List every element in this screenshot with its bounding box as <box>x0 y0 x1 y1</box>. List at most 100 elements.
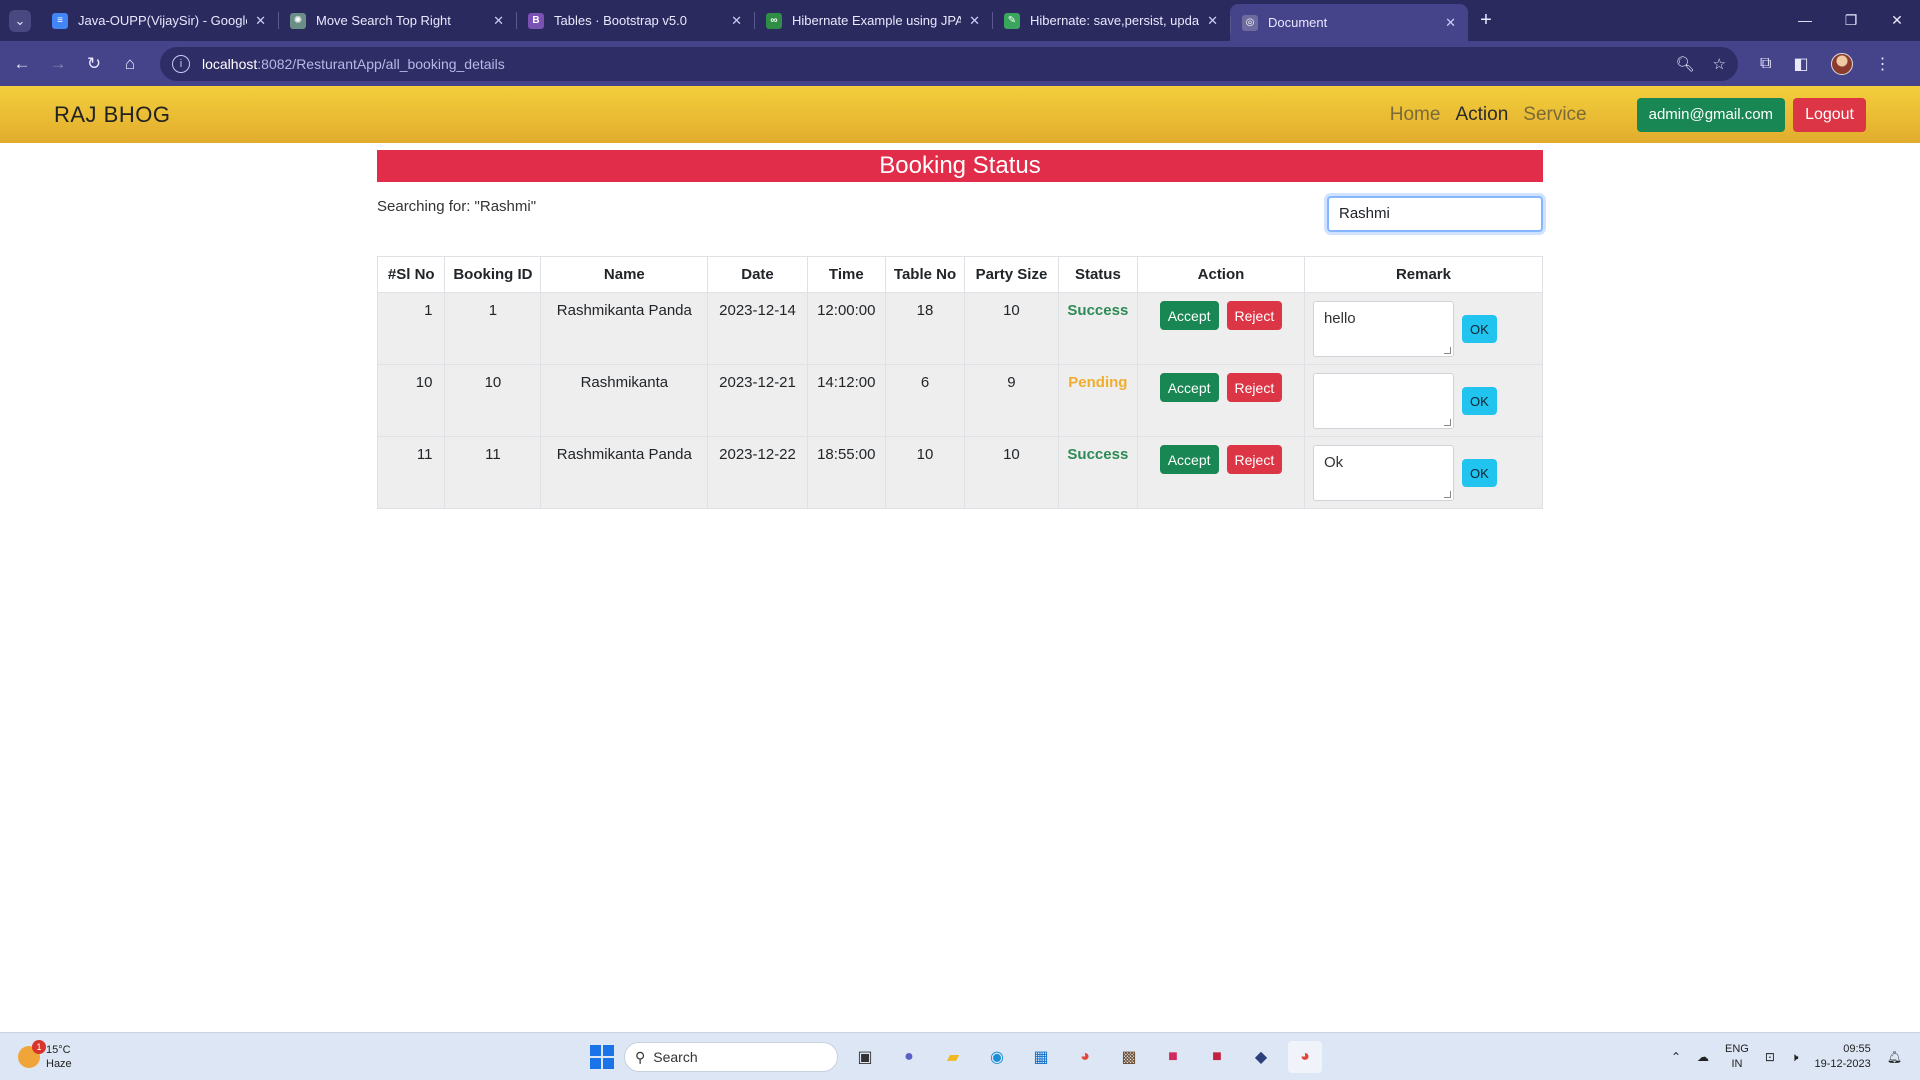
mysql-icon[interactable]: ◆ <box>1244 1041 1278 1073</box>
browser-tab[interactable]: ✎ Hibernate: save,persist, update, ✕ <box>992 0 1230 41</box>
search-icon: ⚲ <box>635 1048 646 1065</box>
nav-link-home[interactable]: Home <box>1390 104 1441 126</box>
accept-button[interactable]: Accept <box>1159 373 1219 402</box>
restore-icon[interactable]: ❐ <box>1828 12 1874 29</box>
reload-icon[interactable]: ↻ <box>76 54 112 74</box>
cell-name: Rashmikanta Panda <box>540 436 709 509</box>
table-row: 11 11 Rashmikanta Panda 2023-12-22 18:55:00 1… <box>376 436 1544 509</box>
remark-textarea[interactable]: Ok <box>1312 445 1454 501</box>
weather-widget[interactable]: 1 15°C Haze <box>18 1039 72 1071</box>
jetbrains-icon[interactable]: ■ <box>1200 1041 1234 1073</box>
cell-remark: hello OK <box>1303 292 1544 365</box>
address-bar[interactable]: i localhost:8082/ResturantApp/all_bookin… <box>160 46 1738 81</box>
minimize-icon[interactable]: — <box>1782 12 1828 29</box>
cell-time: 12:00:00 <box>806 292 886 365</box>
window-controls: — ❐ ✕ <box>1782 12 1920 29</box>
edge-icon[interactable]: ◉ <box>980 1041 1014 1073</box>
cell-sl-no: 1 <box>376 292 446 365</box>
remark-textarea[interactable]: hello <box>1312 301 1454 357</box>
taskbar-apps: ⚲ Search ▣ ● ▰ ◉ ▦ ◕ ▩ ■ ■ ◆ ◕ <box>590 1041 1322 1073</box>
clock[interactable]: 09:55 19-12-2023 <box>1814 1042 1870 1072</box>
user-email-button[interactable]: admin@gmail.com <box>1636 97 1786 132</box>
globe-icon: ◎ <box>1242 14 1258 31</box>
remark-textarea[interactable] <box>1312 373 1454 429</box>
teams-icon[interactable]: ● <box>892 1041 926 1073</box>
chevron-down-icon: ⌄ <box>9 9 31 32</box>
table-row: 1 1 Rashmikanta Panda 2023-12-14 12:00:00 18 1… <box>376 292 1544 365</box>
close-window-icon[interactable]: ✕ <box>1874 12 1920 29</box>
search-input[interactable]: Rashmi <box>1327 196 1543 232</box>
cell-name: Rashmikanta Panda <box>540 292 709 365</box>
column-header: Table No <box>884 256 966 293</box>
weather-desc: Haze <box>46 1057 72 1070</box>
more-menu-icon[interactable]: ⋮ <box>1875 54 1891 74</box>
app-icon[interactable]: ▩ <box>1112 1041 1146 1073</box>
gfg-icon: ∞ <box>766 12 782 29</box>
close-tab-icon[interactable]: ✕ <box>255 13 266 29</box>
ok-button[interactable]: OK <box>1461 315 1497 343</box>
extensions-icon[interactable]: ⧉ <box>1760 55 1771 73</box>
taskbar-search-label: Search <box>653 1049 698 1065</box>
cell-status: Success <box>1057 292 1139 365</box>
close-tab-icon[interactable]: ✕ <box>1207 13 1218 29</box>
browser-tab[interactable]: ✺ Move Search Top Right ✕ <box>278 0 516 41</box>
clock-time: 09:55 <box>1843 1043 1871 1055</box>
side-panel-icon[interactable]: ◧ <box>1793 54 1808 74</box>
tab-search-button[interactable]: ⌄ <box>0 0 40 41</box>
chrome-icon[interactable]: ◕ <box>1068 1041 1102 1073</box>
cell-party-size: 9 <box>964 364 1059 437</box>
ok-button[interactable]: OK <box>1461 387 1497 415</box>
browser-toolbar: ← → ↻ ⌂ i localhost:8082/ResturantApp/al… <box>0 41 1920 86</box>
table-body: 1 1 Rashmikanta Panda 2023-12-14 12:00:00 18 1… <box>376 292 1544 509</box>
accept-button[interactable]: Accept <box>1159 301 1219 330</box>
ok-button[interactable]: OK <box>1461 459 1497 487</box>
site-info-icon[interactable]: i <box>172 54 190 73</box>
reject-button[interactable]: Reject <box>1226 301 1283 330</box>
profile-avatar[interactable] <box>1830 52 1853 75</box>
language-indicator[interactable]: ENG IN <box>1725 1042 1749 1072</box>
reject-button[interactable]: Reject <box>1226 445 1283 474</box>
browser-tab[interactable]: ≡ Java-OUPP(VijaySir) - Google D ✕ <box>40 0 278 41</box>
close-tab-icon[interactable]: ✕ <box>731 13 742 29</box>
table-header-row: #Sl No Booking ID Name Date Time Table No Part… <box>376 256 1544 293</box>
new-tab-button[interactable]: + <box>1468 9 1504 32</box>
home-icon[interactable]: ⌂ <box>112 54 148 74</box>
task-view-icon[interactable]: ▣ <box>848 1041 882 1073</box>
cell-time: 18:55:00 <box>806 436 886 509</box>
url-host: localhost <box>202 55 258 72</box>
zoom-icon[interactable]: 🔍︎ <box>1676 55 1695 73</box>
logout-button[interactable]: Logout <box>1793 97 1866 132</box>
column-header: Name <box>540 256 709 293</box>
close-tab-icon[interactable]: ✕ <box>493 13 504 29</box>
forward-icon[interactable]: → <box>40 54 76 74</box>
browser-tab[interactable]: ◎ Document ✕ <box>1230 4 1468 41</box>
cell-party-size: 10 <box>964 292 1059 365</box>
taskbar-search[interactable]: ⚲ Search <box>624 1042 838 1072</box>
nav-link-service[interactable]: Service <box>1523 104 1586 126</box>
cell-date: 2023-12-22 <box>707 436 808 509</box>
volume-muted-icon[interactable]: 🕨︎ <box>1791 1050 1799 1065</box>
notification-bell-icon[interactable]: 🔔︎ <box>1887 1050 1902 1064</box>
reject-button[interactable]: Reject <box>1226 373 1283 402</box>
windows-start-icon[interactable] <box>590 1045 614 1069</box>
bookmark-star-icon[interactable]: ☆ <box>1713 55 1726 73</box>
network-icon[interactable]: ⊡ <box>1765 1050 1775 1064</box>
brand-logo[interactable]: RAJ BHOG <box>54 102 170 128</box>
column-header: Action <box>1137 256 1305 293</box>
close-tab-icon[interactable]: ✕ <box>1445 15 1456 31</box>
close-tab-icon[interactable]: ✕ <box>969 13 980 29</box>
accept-button[interactable]: Accept <box>1159 445 1219 474</box>
nav-link-action[interactable]: Action <box>1455 104 1508 126</box>
column-header: Date <box>707 256 808 293</box>
store-icon[interactable]: ▦ <box>1024 1041 1058 1073</box>
browser-tab[interactable]: ∞ Hibernate Example using JPA ar ✕ <box>754 0 992 41</box>
back-icon[interactable]: ← <box>4 54 40 74</box>
chrome-active-icon[interactable]: ◕ <box>1288 1041 1322 1073</box>
intellij-icon[interactable]: ■ <box>1156 1041 1190 1073</box>
onedrive-icon[interactable]: ☁ <box>1697 1050 1709 1064</box>
browser-tab[interactable]: B Tables · Bootstrap v5.0 ✕ <box>516 0 754 41</box>
tray-chevron-icon[interactable]: ⌃ <box>1671 1050 1681 1064</box>
file-explorer-icon[interactable]: ▰ <box>936 1041 970 1073</box>
site-navbar: RAJ BHOG Home Action Service admin@gmail.c… <box>0 86 1920 143</box>
tab-title: Java-OUPP(VijaySir) - Google D <box>78 13 248 28</box>
